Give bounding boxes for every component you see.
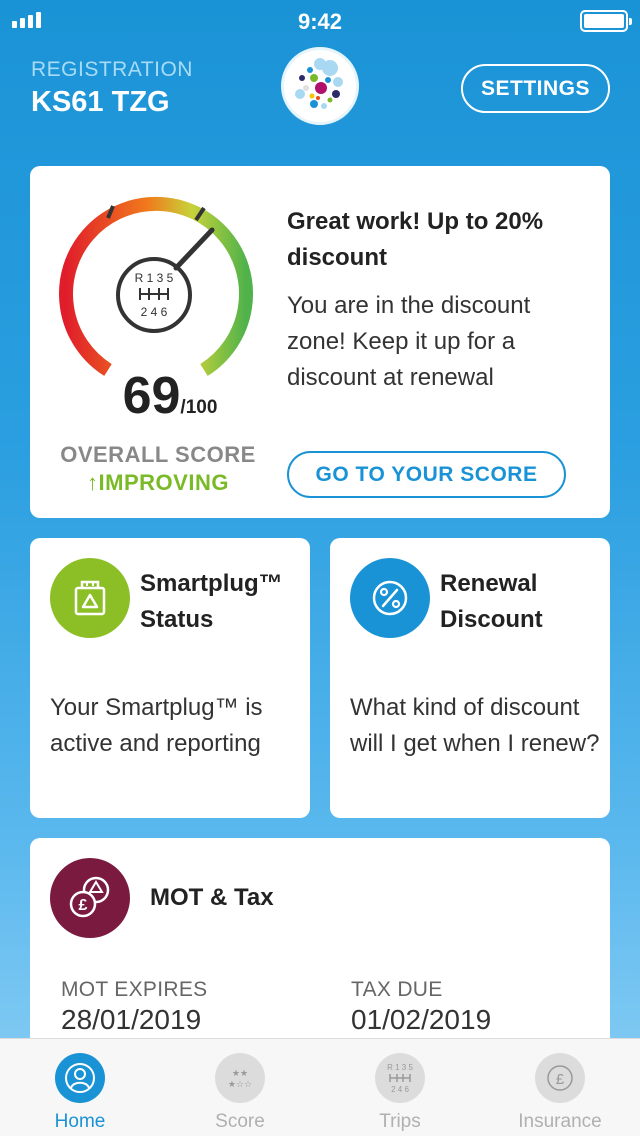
tax-due-label: TAX DUE [351, 978, 443, 1001]
registration-value: KS61 TZG [31, 86, 170, 118]
score-max: /100 [180, 397, 218, 418]
overall-score-label: OVERALL SCORE [60, 442, 256, 467]
score-card[interactable]: R 1 3 5 2 4 6 69/100 OVERALL SCORE ↑IMPR… [30, 166, 610, 518]
tab-insurance[interactable]: £ Insurance [480, 1039, 640, 1136]
trend-indicator: ↑IMPROVING [58, 470, 258, 496]
score-number: 69 [122, 367, 181, 425]
mot-tax-icon: £ [50, 858, 130, 938]
svg-text:★★: ★★ [232, 1069, 248, 1079]
mot-expires-label: MOT EXPIRES [61, 978, 208, 1001]
tab-home[interactable]: Home [0, 1039, 160, 1136]
svg-text:£: £ [556, 1071, 565, 1088]
up-arrow-icon: ↑ [87, 470, 99, 495]
score-value: 69/100 [70, 366, 270, 426]
renewal-card[interactable]: Renewal Discount What kind of discount w… [330, 538, 610, 818]
tax-due-value: 01/02/2019 [351, 1004, 492, 1035]
gauge-shift-bottom: 2 4 6 [141, 305, 168, 319]
mot-tax-title: MOT & Tax [150, 884, 274, 911]
renewal-text: What kind of discount will I get when I … [350, 694, 600, 757]
trend-label: IMPROVING [98, 470, 229, 495]
battery-icon [580, 10, 632, 32]
smartplug-icon [50, 558, 130, 638]
tab-trips[interactable]: R 1 3 5 2 4 6 Trips [320, 1039, 480, 1136]
pound-icon: £ [535, 1053, 585, 1103]
trips-icon-bottom: 2 4 6 [391, 1085, 409, 1094]
settings-button[interactable]: SETTINGS [461, 64, 610, 113]
score-card-text: You are in the discount zone! Keep it up… [287, 292, 531, 391]
stars-icon: ★★ ★☆☆ [215, 1053, 265, 1103]
tab-home-label: Home [54, 1111, 106, 1132]
mot-tax-card[interactable]: £ MOT & Tax MOT EXPIRES 28/01/2019 TAX D… [30, 838, 610, 1068]
mot-expires-value: 28/01/2019 [61, 1004, 202, 1035]
gearshift-icon: R 1 3 5 2 4 6 [375, 1053, 425, 1103]
status-bar: 9:42 [0, 0, 640, 40]
smartplug-text: Your Smartplug™ is active and reporting [50, 694, 263, 757]
tab-score-label: Score [215, 1111, 265, 1132]
status-time: 9:42 [297, 9, 343, 34]
renewal-title: Renewal Discount [440, 570, 543, 633]
tab-score[interactable]: ★★ ★☆☆ Score [160, 1039, 320, 1136]
go-to-score-button[interactable]: GO TO YOUR SCORE [287, 451, 566, 498]
dots-logo [281, 47, 359, 125]
percent-icon [350, 558, 430, 638]
gauge-shift-top: R 1 3 5 [135, 271, 174, 285]
tab-insurance-label: Insurance [518, 1111, 602, 1132]
registration-label: REGISTRATION [31, 58, 193, 81]
smartplug-card[interactable]: Smartplug™ Status Your Smartplug™ is act… [30, 538, 310, 818]
bottom-tab-bar: Home ★★ ★☆☆ Score R 1 3 5 2 4 6 Trips £ [0, 1038, 640, 1136]
trips-icon-top: R 1 3 5 [387, 1063, 413, 1072]
svg-text:★☆☆: ★☆☆ [228, 1080, 252, 1090]
svg-text:£: £ [79, 897, 88, 914]
score-card-title: Great work! Up to 20% discount [287, 208, 544, 271]
smartplug-title: Smartplug™ Status [140, 570, 283, 633]
score-gauge: R 1 3 5 2 4 6 [56, 194, 256, 384]
home-person-icon [55, 1053, 105, 1103]
tab-trips-label: Trips [379, 1111, 421, 1132]
